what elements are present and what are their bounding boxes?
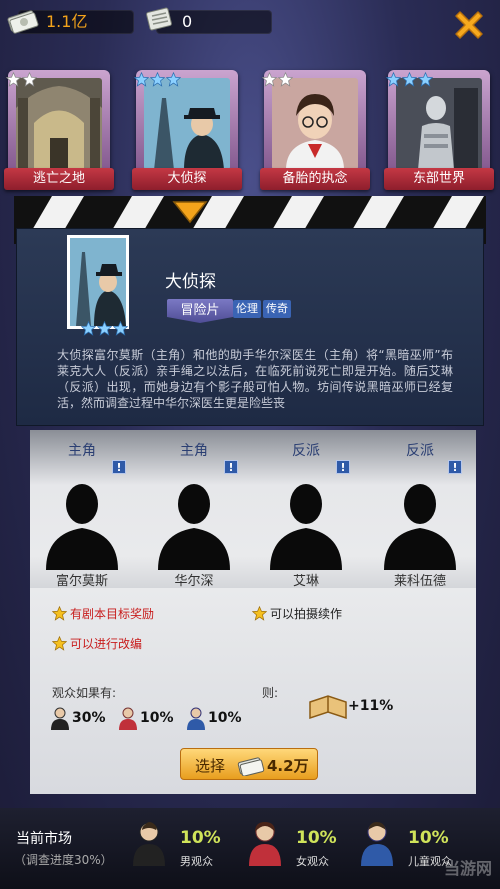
star-icon	[166, 72, 181, 87]
card-title: 备胎的执念	[260, 168, 370, 190]
card-artwork-robot	[396, 78, 482, 170]
money-stack-icon	[7, 10, 39, 34]
close-icon[interactable]	[450, 6, 488, 44]
card-artwork-detective	[144, 78, 230, 170]
market-female-label: 女观众	[296, 855, 329, 868]
movie-card-0[interactable]: 逃亡之地	[4, 70, 114, 194]
star-icon	[262, 72, 277, 87]
movie-card-list: 逃亡之地 大侦探 备胎的执念 东部世界	[0, 70, 500, 195]
card-rating-stars	[262, 72, 293, 88]
watermark: 当游网	[443, 859, 492, 878]
star-icon	[150, 72, 165, 87]
cast-role: 主角	[180, 443, 208, 459]
movie-card-1[interactable]: 大侦探	[132, 70, 242, 194]
market-child-pct: 10%	[408, 828, 449, 848]
cast-name: 华尔深	[174, 574, 214, 589]
cast-name: 艾琳	[292, 574, 319, 589]
cast-name: 莱科伍德	[393, 574, 446, 589]
star-icon	[22, 72, 37, 87]
tag-legend: 传奇	[263, 300, 291, 318]
movie-info-panel: 大侦探 冒险片 伦理 传奇 大侦探富尔莫斯（主角）和他的助手华尔深医生（主角）将…	[16, 228, 484, 426]
star-icon	[386, 72, 401, 87]
select-cost: 4.2万	[267, 757, 309, 775]
info-icon[interactable]: !	[448, 460, 462, 474]
star-icon	[278, 72, 293, 87]
audience-result-label: 则:	[262, 686, 279, 700]
female-condition-value: 10%	[140, 710, 174, 726]
book-icon	[309, 695, 347, 720]
male-audience-icon	[51, 707, 69, 730]
child-condition-value: 10%	[208, 710, 242, 726]
money-stack-icon	[237, 757, 265, 776]
female-audience-icon	[249, 822, 281, 866]
card-title: 东部世界	[384, 168, 494, 190]
child-audience-icon	[187, 707, 205, 730]
male-condition-value: 30%	[72, 710, 106, 726]
cast-role: 反派	[292, 443, 320, 459]
star-icon	[402, 72, 417, 87]
silhouette-icon	[270, 484, 342, 570]
bonus-value: +11%	[348, 698, 394, 714]
script-scroll-icon	[146, 7, 172, 31]
genre-badge: 冒险片	[167, 299, 233, 323]
silhouette-icon	[384, 484, 456, 570]
star-icon	[97, 321, 112, 336]
top-bar: 1.1亿 0	[0, 0, 500, 42]
card-title: 大侦探	[132, 168, 242, 190]
card-artwork-spare-tire	[272, 78, 358, 170]
tag-ethics: 伦理	[233, 300, 261, 318]
star-icon	[113, 321, 128, 336]
card-rating-stars	[6, 72, 37, 88]
info-icon[interactable]: !	[112, 460, 126, 474]
movie-title: 大侦探	[165, 272, 216, 292]
movie-poster	[67, 235, 129, 329]
cast-panel: 主角 ! 富尔莫斯 主角 ! 华尔深 反派 ! 艾琳 反派 ! 莱科伍德	[30, 430, 476, 589]
star-icon	[81, 321, 96, 336]
cast-role: 主角	[68, 443, 96, 459]
card-rating-stars	[386, 72, 433, 88]
perk-adapt: 可以进行改编	[52, 636, 212, 652]
info-icon[interactable]: !	[224, 460, 238, 474]
female-audience-icon	[119, 707, 137, 730]
silhouette-icon	[46, 484, 118, 570]
market-progress: （调查进度30%）	[14, 853, 113, 867]
cast-name: 富尔莫斯	[55, 574, 108, 589]
male-audience-icon	[133, 822, 165, 866]
card-title: 逃亡之地	[4, 168, 114, 190]
market-bar: 当前市场 （调查进度30%） 10% 男观众 10% 女观众 10% 儿童观众 …	[0, 808, 500, 889]
market-female-pct: 10%	[296, 828, 337, 848]
market-title: 当前市场	[16, 831, 72, 847]
market-male-pct: 10%	[180, 828, 221, 848]
perk-sequel: 可以拍摄续作	[252, 606, 412, 622]
audience-condition-label: 观众如果有:	[52, 686, 117, 700]
star-icon	[134, 72, 149, 87]
star-icon	[418, 72, 433, 87]
silhouette-icon	[158, 484, 230, 570]
select-button-label: 选择	[195, 757, 226, 775]
star-icon	[6, 72, 21, 87]
bonus-panel: 有剧本目标奖励 可以拍摄续作 可以进行改编 观众如果有: 则: 30% 10% …	[30, 588, 476, 794]
script-value: 0	[182, 12, 193, 31]
movie-card-3[interactable]: 东部世界	[384, 70, 494, 194]
money-value: 1.1亿	[46, 12, 88, 31]
movie-card-2[interactable]: 备胎的执念	[260, 70, 370, 194]
star-icon	[52, 606, 67, 621]
star-icon	[252, 606, 267, 621]
select-button[interactable]: 选择 4.2万	[180, 748, 318, 780]
info-icon[interactable]: !	[336, 460, 350, 474]
cast-role: 反派	[406, 443, 434, 459]
child-audience-icon	[361, 822, 393, 866]
card-rating-stars	[134, 72, 181, 88]
market-male-label: 男观众	[180, 855, 213, 868]
card-artwork-ruins	[16, 78, 102, 170]
movie-rating-stars	[81, 321, 128, 336]
perk-reward: 有剧本目标奖励	[52, 606, 212, 622]
movie-synopsis: 大侦探富尔莫斯（主角）和他的助手华尔深医生（主角）将“黑暗巫师”布莱克大人（反派…	[57, 348, 453, 410]
star-icon	[52, 636, 67, 651]
